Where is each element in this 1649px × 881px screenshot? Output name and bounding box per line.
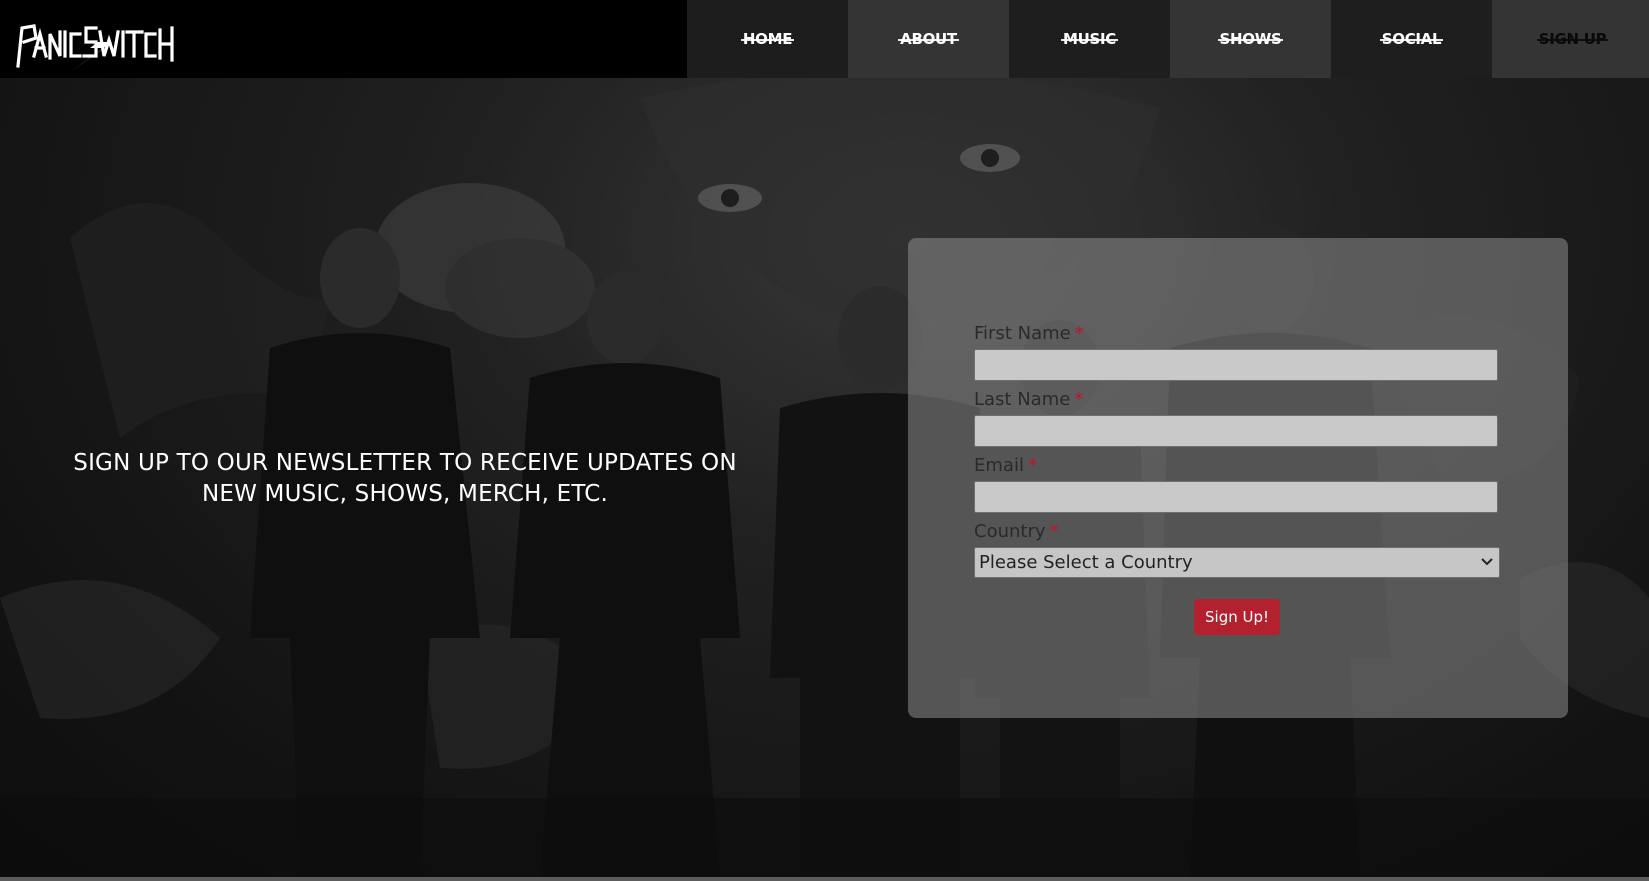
first-name-label: First Name * <box>974 323 1084 344</box>
chevron-down-icon <box>1481 555 1493 570</box>
nav-social[interactable]: SOCIAL <box>1331 0 1492 78</box>
email-input[interactable] <box>974 481 1498 513</box>
nav-sign-up-label: SIGN UP <box>1536 30 1608 48</box>
nav-sign-up[interactable]: SIGN UP <box>1492 0 1649 78</box>
first-name-label-text: First Name <box>974 323 1071 344</box>
newsletter-signup-form: First Name * Last Name * Email * Country * P… <box>908 238 1568 718</box>
panicswitch-logo-icon <box>16 8 174 72</box>
last-name-label-text: Last Name <box>974 389 1071 410</box>
footer-edge <box>0 877 1649 881</box>
nav-home-label: HOME <box>740 30 795 48</box>
last-name-input[interactable] <box>974 415 1498 447</box>
email-label-text: Email <box>974 455 1024 476</box>
last-name-label: Last Name * <box>974 389 1083 410</box>
band-logo[interactable] <box>12 4 182 74</box>
required-asterisk: * <box>1027 455 1037 476</box>
nav-about[interactable]: ABOUT <box>848 0 1009 78</box>
nav-social-label: SOCIAL <box>1379 30 1443 48</box>
country-label-text: Country <box>974 521 1046 542</box>
nav-about-label: ABOUT <box>898 30 959 48</box>
country-label: Country * <box>974 521 1059 542</box>
nav-shows[interactable]: SHOWS <box>1170 0 1331 78</box>
newsletter-tagline: SIGN UP TO OUR NEWSLETTER TO RECEIVE UPD… <box>73 450 737 507</box>
nav-music-label: MUSIC <box>1061 30 1118 48</box>
nav-shows-label: SHOWS <box>1217 30 1284 48</box>
nav-home[interactable]: HOME <box>687 0 848 78</box>
sign-up-button[interactable]: Sign Up! <box>1194 599 1280 635</box>
country-selected-value: Please Select a Country <box>979 552 1193 573</box>
first-name-input[interactable] <box>974 349 1498 381</box>
required-asterisk: * <box>1074 389 1084 410</box>
email-label: Email * <box>974 455 1037 476</box>
main-nav: HOME ABOUT MUSIC SHOWS SOCIAL SIGN UP <box>687 0 1649 78</box>
nav-music[interactable]: MUSIC <box>1009 0 1170 78</box>
top-navigation-bar: HOME ABOUT MUSIC SHOWS SOCIAL SIGN UP <box>0 0 1649 78</box>
required-asterisk: * <box>1074 323 1084 344</box>
country-select[interactable]: Please Select a Country <box>974 547 1500 578</box>
required-asterisk: * <box>1049 521 1059 542</box>
